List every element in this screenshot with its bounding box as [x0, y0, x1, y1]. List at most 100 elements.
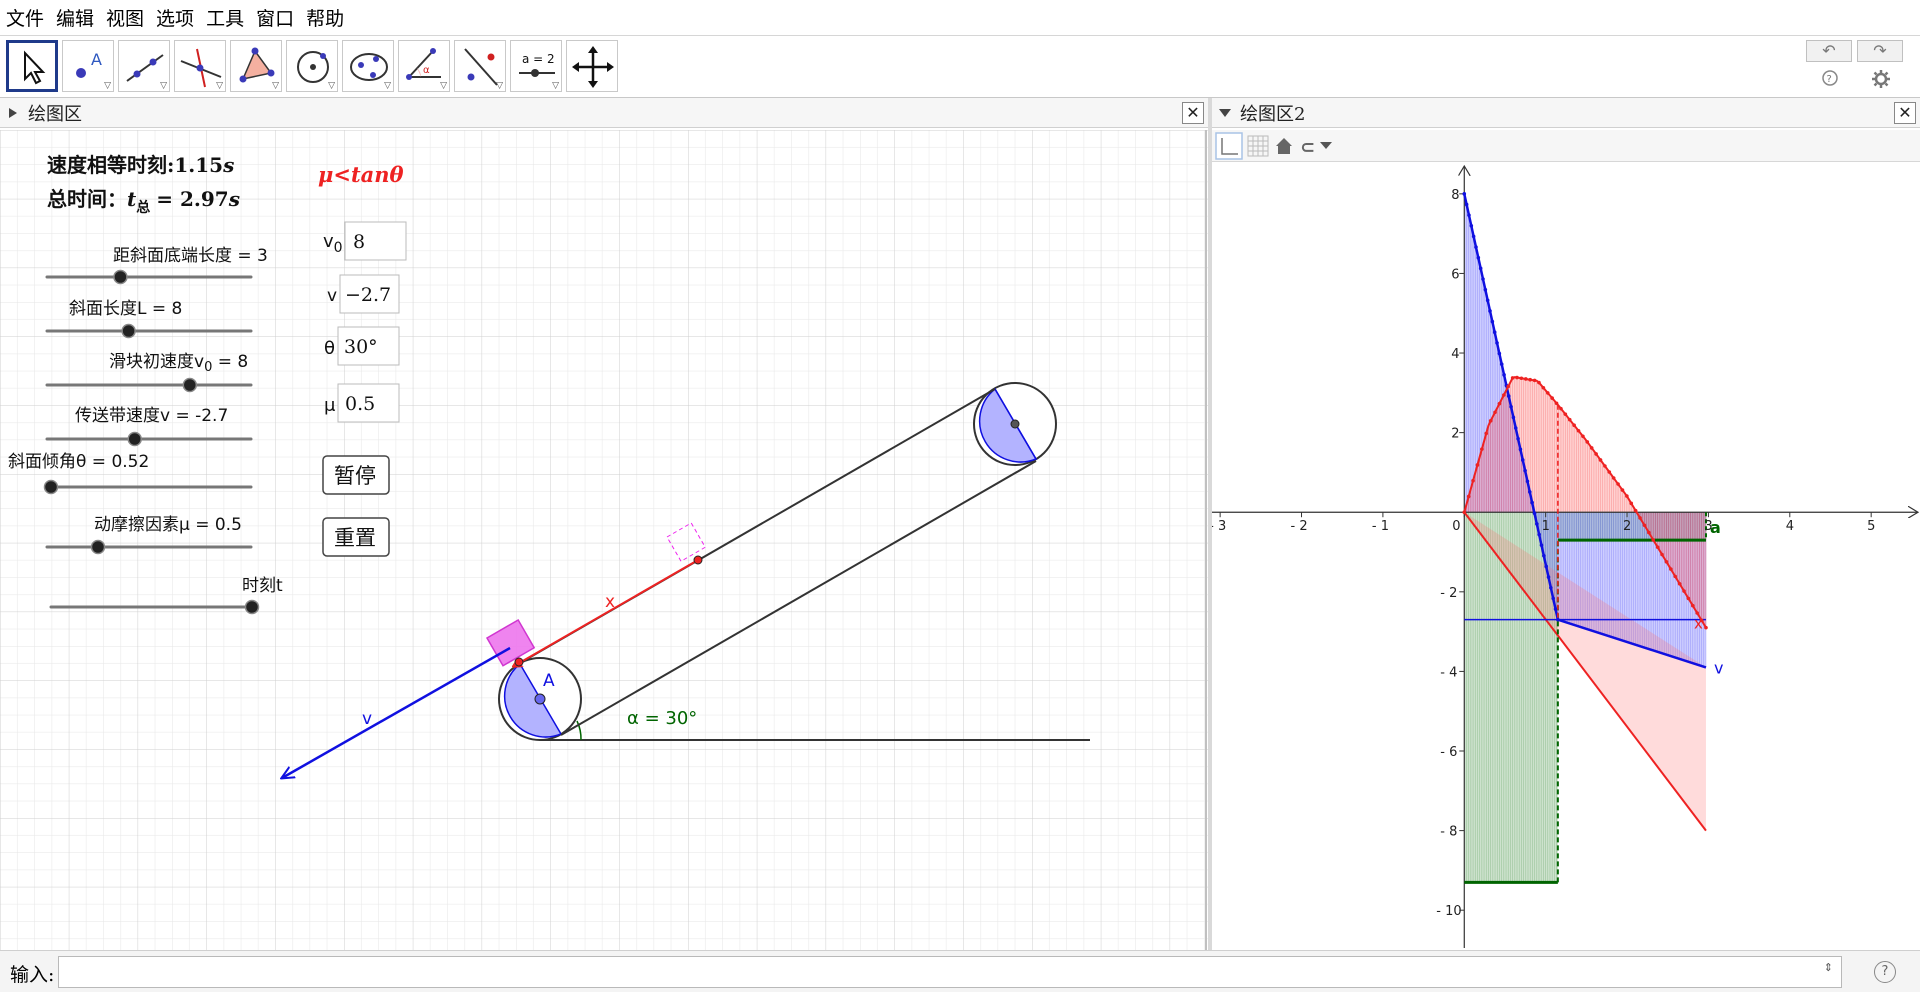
- circle-tool-button[interactable]: ▽: [286, 40, 338, 92]
- x-point: [1690, 603, 1695, 608]
- slider-distance-knob[interactable]: [113, 269, 128, 285]
- slider-belt-speed-knob[interactable]: [127, 431, 142, 447]
- move-tool-button[interactable]: [6, 40, 58, 92]
- v-point: [1478, 266, 1483, 271]
- v-point: [1518, 447, 1523, 452]
- v-point: [1511, 415, 1516, 420]
- triangle-right-icon[interactable]: [6, 106, 20, 120]
- close-graphics-view-2-button[interactable]: ✕: [1894, 102, 1916, 124]
- input-history-icon[interactable]: ⇕: [1824, 961, 1833, 974]
- x-point: [1541, 385, 1546, 390]
- svg-text:?: ?: [1827, 74, 1832, 85]
- conic-tool-button[interactable]: ▽: [342, 40, 394, 92]
- close-icon: ✕: [1186, 103, 1200, 122]
- menu-tools[interactable]: 工具: [206, 4, 244, 31]
- vt-chart: - 3- 2- 10123458642- 2- 4- 6- 8- 10vax: [1212, 162, 1920, 948]
- menu-edit[interactable]: 编辑: [56, 4, 94, 31]
- grid-icon[interactable]: [1247, 135, 1269, 157]
- slider-friction-label: 动摩擦因素μ = 0.5: [94, 515, 242, 535]
- undo-icon: ↶: [1822, 41, 1836, 60]
- x-point: [1589, 446, 1594, 450]
- x-point: [1528, 377, 1532, 382]
- undo-button[interactable]: ↶: [1806, 40, 1852, 62]
- reset-button[interactable]: 重置: [322, 517, 390, 557]
- input-bar: 输入: ⇕ ?: [0, 950, 1920, 992]
- home-icon[interactable]: [1276, 138, 1292, 154]
- x-point: [1554, 401, 1559, 406]
- close-icon: ✕: [1898, 103, 1912, 122]
- menu-options[interactable]: 选项: [156, 4, 194, 31]
- gear-icon[interactable]: [1870, 68, 1892, 90]
- pause-button[interactable]: 暂停: [322, 455, 390, 495]
- v-point: [1513, 426, 1518, 430]
- v-point: [1509, 404, 1513, 409]
- v-point: [1530, 500, 1534, 505]
- x-point: [1594, 452, 1598, 456]
- x-point: [1532, 378, 1537, 383]
- input-help-icon[interactable]: ?: [1874, 961, 1896, 983]
- v-point: [1506, 394, 1511, 398]
- command-input[interactable]: ⇕: [58, 956, 1842, 988]
- svg-text:重置: 重置: [334, 526, 376, 550]
- triangle-down-icon[interactable]: [1218, 106, 1232, 120]
- x-point: [1480, 447, 1484, 451]
- slider-belt-speed[interactable]: 传送带速度v = -2.7: [45, 406, 253, 447]
- x-point: [1655, 545, 1660, 549]
- move-graphics-tool-button[interactable]: [566, 40, 618, 92]
- slider-tool-button[interactable]: a = 2 ▽: [510, 40, 562, 92]
- y-tick-label: 6: [1451, 267, 1459, 282]
- v-point: [1485, 298, 1490, 303]
- v-point: [1490, 319, 1495, 324]
- v-point: [1474, 245, 1478, 249]
- point-capture-icon[interactable]: ⊂: [1300, 137, 1315, 158]
- menu-view[interactable]: 视图: [106, 4, 144, 31]
- angle-tool-button[interactable]: α ▽: [398, 40, 450, 92]
- v-point: [1502, 373, 1506, 377]
- svg-text:8: 8: [353, 231, 365, 253]
- polygon-tool-button[interactable]: ▽: [230, 40, 282, 92]
- menu-help[interactable]: 帮助: [306, 4, 344, 31]
- x-point: [1677, 581, 1682, 586]
- reflect-tool-button[interactable]: ▽: [454, 40, 506, 92]
- graphics-view-1[interactable]: 速度相等时刻:1.15s 总时间：t总 = 2.97s μ<tanθ 距斜面底端长…: [0, 130, 1208, 950]
- slider-length-label: 斜面长度L = 8: [69, 299, 182, 319]
- x-point: [1620, 488, 1625, 492]
- close-graphics-view-1-button[interactable]: ✕: [1182, 102, 1204, 124]
- slider-angle-label: 斜面倾角θ = 0.52: [8, 452, 149, 472]
- x-point: [1545, 391, 1550, 395]
- x-point: [1515, 375, 1519, 380]
- v-point: [1527, 490, 1532, 494]
- v-point: [1488, 309, 1492, 313]
- x-point: [1576, 428, 1581, 433]
- graphics-view-2-style-bar: ⊂: [1212, 130, 1920, 162]
- graphics-view-1-title: 绘图区: [28, 103, 82, 125]
- axes-toggle-button[interactable]: [1215, 132, 1243, 160]
- x-point: [1633, 508, 1638, 513]
- pulley-center-A: [534, 693, 546, 705]
- slider-length-knob[interactable]: [121, 323, 136, 339]
- graphics-view-2[interactable]: - 3- 2- 10123458642- 2- 4- 6- 8- 10vax: [1212, 162, 1920, 950]
- x-point: [1581, 434, 1585, 439]
- menu-window[interactable]: 窗口: [256, 4, 294, 31]
- x-point: [1611, 476, 1616, 480]
- slider-friction-knob[interactable]: [90, 539, 106, 555]
- x-point: [1647, 530, 1651, 535]
- graphics-view-2-header: 绘图区2 ✕: [1212, 98, 1920, 128]
- x-point: [1598, 458, 1603, 462]
- slider-time-label: 时刻t: [242, 576, 283, 596]
- v-point: [1499, 362, 1504, 366]
- line-tool-button[interactable]: ▽: [118, 40, 170, 92]
- slider-time-knob[interactable]: [244, 599, 260, 615]
- v-point: [1467, 213, 1471, 217]
- menu-file[interactable]: 文件: [6, 4, 44, 31]
- help-icon[interactable]: ?: [1820, 68, 1840, 88]
- slider-angle-knob[interactable]: [43, 479, 59, 495]
- x-tick-label: - 3: [1212, 519, 1226, 534]
- redo-button[interactable]: ↷: [1857, 40, 1903, 62]
- chevron-down-icon[interactable]: [1320, 142, 1332, 149]
- slider-initial-speed-knob[interactable]: [182, 377, 198, 393]
- perpendicular-tool-button[interactable]: ▽: [174, 40, 226, 92]
- v-point: [1523, 468, 1527, 473]
- point-tool-button[interactable]: A ▽: [62, 40, 114, 92]
- x-tick-label: 2: [1623, 519, 1631, 534]
